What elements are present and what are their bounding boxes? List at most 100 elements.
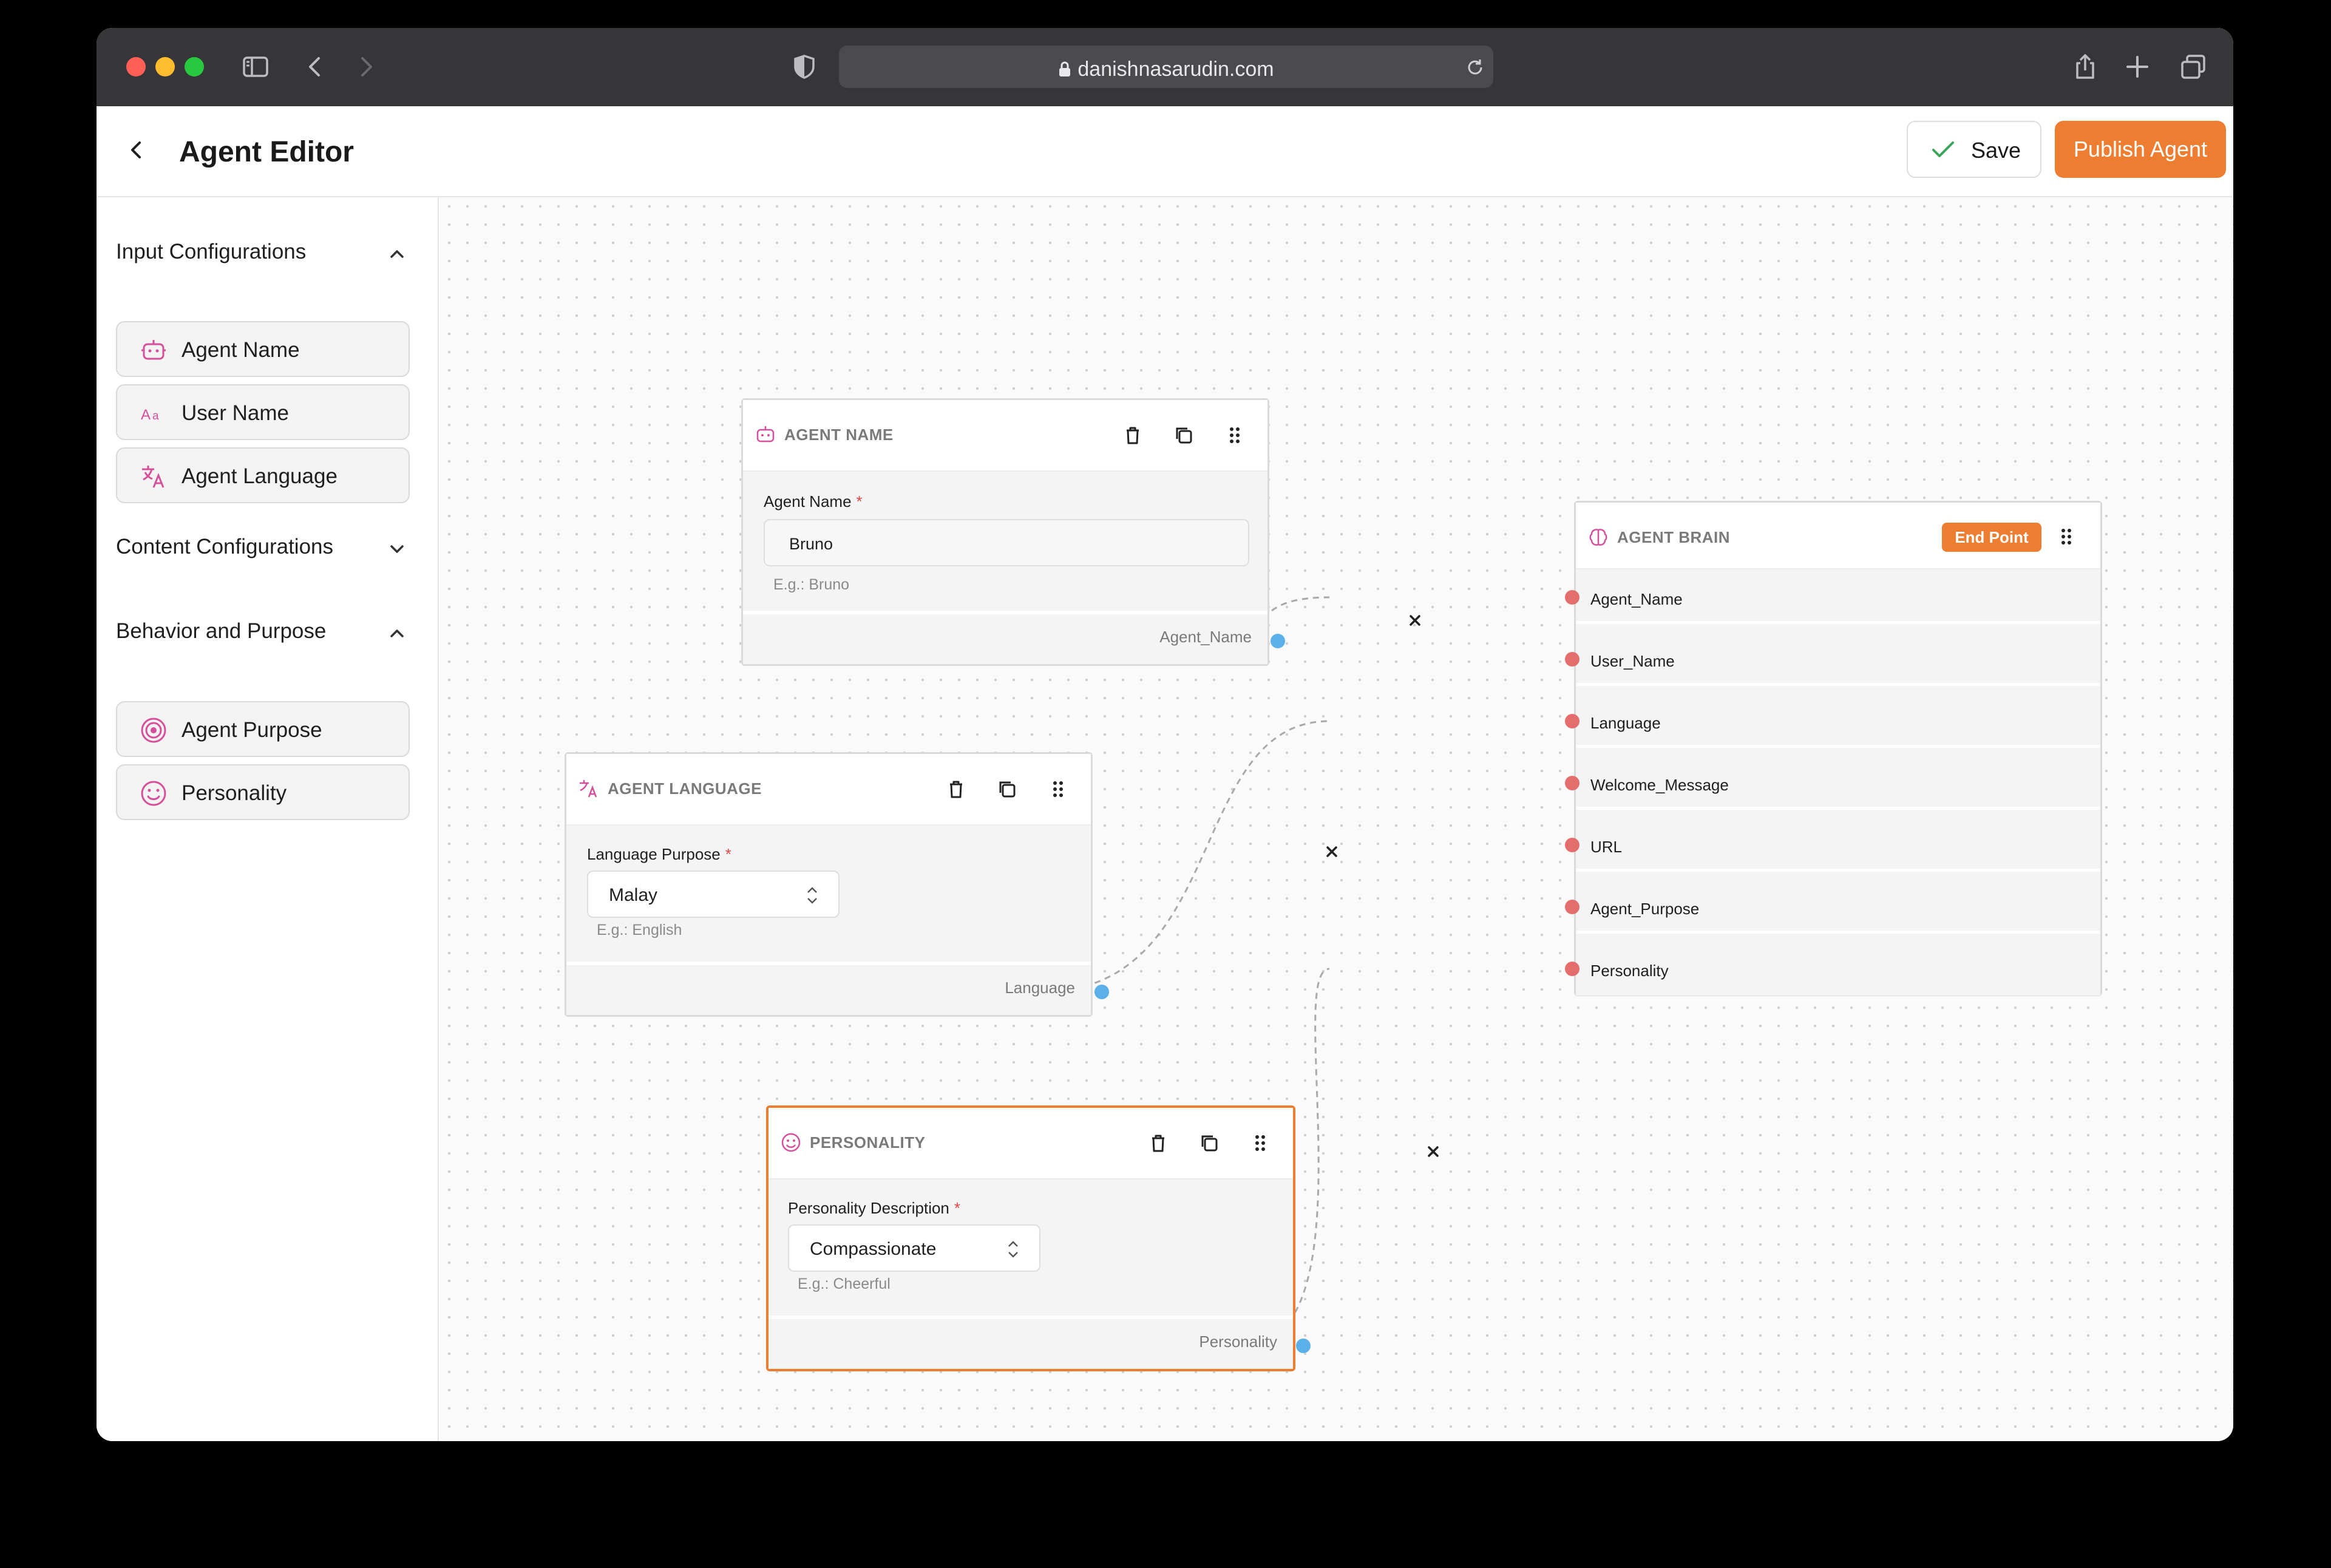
sidebar-item-user-name[interactable]: A a User Name — [116, 384, 410, 440]
content-configurations-header[interactable]: Content Configurations — [116, 535, 407, 559]
language-output-handle[interactable] — [1094, 985, 1109, 999]
node-header[interactable]: AGENT BRAIN End Point — [1576, 503, 2100, 569]
back-arrow-icon[interactable] — [122, 135, 151, 165]
publish-agent-button[interactable]: Publish Agent — [2055, 121, 2226, 178]
end-point-badge: End Point — [1942, 523, 2041, 552]
page-title: Agent Editor — [179, 136, 354, 168]
url-input-handle[interactable] — [1565, 838, 1579, 852]
duplicate-icon[interactable] — [995, 777, 1019, 801]
select-arrows-icon — [1008, 1241, 1018, 1258]
browser-window: danishnasarudin.com Agent Editor Save Pu… — [97, 28, 2233, 1441]
delete-edge-language-icon — [1326, 846, 1337, 857]
node-title: AGENT NAME — [784, 426, 894, 444]
sidebar-item-label: Personality — [182, 781, 287, 805]
address-bar[interactable]: danishnasarudin.com — [839, 46, 1493, 88]
svg-text:a: a — [152, 410, 159, 423]
sidebar-item-label: User Name — [182, 401, 289, 425]
share-icon[interactable] — [2071, 52, 2100, 81]
drag-handle-icon[interactable] — [1223, 423, 1247, 447]
node-footer: Agent_Name — [743, 611, 1267, 664]
trash-icon[interactable] — [1146, 1131, 1170, 1155]
chevron-up-icon — [390, 630, 404, 637]
personality-select[interactable]: Compassionate — [788, 1224, 1040, 1272]
privacy-shield-icon[interactable] — [790, 52, 819, 81]
agent-name-node[interactable]: AGENT NAME Agent Name * Bruno E.g.: Bruno — [741, 398, 1269, 666]
input-row-agent-name: Agent_Name — [1576, 574, 2100, 624]
welcome-message-input-handle[interactable] — [1565, 776, 1579, 790]
node-header[interactable]: AGENT LANGUAGE — [566, 754, 1091, 826]
language-select[interactable]: Malay — [587, 871, 840, 918]
personality-node[interactable]: PERSONALITY Personality Description * Com… — [766, 1105, 1295, 1371]
chevron-up-icon — [390, 250, 404, 258]
input-configurations-header[interactable]: Input Configurations — [116, 240, 407, 264]
drag-handle-icon[interactable] — [1046, 777, 1070, 801]
duplicate-icon[interactable] — [1172, 423, 1196, 447]
delete-edge-agent-name-icon — [1410, 615, 1420, 626]
agent-name-input-handle[interactable] — [1565, 590, 1579, 605]
drag-handle-icon[interactable] — [2054, 524, 2078, 549]
sidebar-toggle-icon[interactable] — [241, 52, 270, 81]
duplicate-icon[interactable] — [1197, 1131, 1221, 1155]
sidebar-item-agent-language[interactable]: Agent Language — [116, 447, 410, 503]
zoom-window-button[interactable] — [185, 57, 204, 76]
text-aa-icon: A a — [141, 407, 159, 423]
sidebar-item-agent-name[interactable]: Agent Name — [116, 321, 410, 377]
node-title: AGENT BRAIN — [1617, 528, 1731, 546]
drag-handle-icon[interactable] — [1248, 1131, 1272, 1155]
section-title: Behavior and Purpose — [116, 619, 327, 643]
save-button[interactable]: Save — [1907, 121, 2041, 178]
translate-icon — [142, 466, 165, 488]
node-footer: Personality — [769, 1315, 1293, 1369]
output-label: Agent_Name — [1159, 628, 1252, 646]
personality-input-handle[interactable] — [1565, 962, 1579, 976]
input-row-user-name: User_Name — [1576, 636, 2100, 686]
input-row-language: Language — [1576, 698, 2100, 748]
user-name-input-handle[interactable] — [1565, 652, 1579, 667]
field-hint: E.g.: Cheerful — [798, 1275, 891, 1292]
trash-icon[interactable] — [944, 777, 968, 801]
chevron-down-icon — [390, 545, 404, 553]
section-title: Input Configurations — [116, 240, 307, 263]
sidebar-item-personality[interactable]: Personality — [116, 764, 410, 820]
language-input-handle[interactable] — [1565, 714, 1579, 728]
agent-name-output-handle[interactable] — [1271, 634, 1285, 648]
personality-output-handle[interactable] — [1296, 1339, 1311, 1353]
sidebar-item-agent-purpose[interactable]: Agent Purpose — [116, 701, 410, 757]
node-header[interactable]: PERSONALITY — [769, 1108, 1293, 1179]
new-tab-icon[interactable] — [2123, 52, 2152, 81]
node-title: AGENT LANGUAGE — [608, 779, 762, 798]
agent-language-node[interactable]: AGENT LANGUAGE Language Purpose* Malay — [565, 752, 1093, 1017]
reload-icon[interactable] — [1465, 58, 1485, 77]
behavior-and-purpose-header[interactable]: Behavior and Purpose — [116, 619, 407, 643]
input-row-agent-purpose: Agent_Purpose — [1576, 884, 2100, 934]
close-window-button[interactable] — [126, 57, 146, 76]
back-nav-icon[interactable] — [300, 52, 330, 81]
input-row-personality: Personality — [1576, 946, 2100, 996]
node-title: PERSONALITY — [810, 1133, 926, 1152]
forward-nav-icon[interactable] — [351, 52, 381, 81]
field-label: Agent Name * — [764, 492, 863, 511]
field-hint: E.g.: English — [597, 921, 682, 938]
trash-icon[interactable] — [1121, 423, 1145, 447]
flow-canvas[interactable]: AGENT NAME Agent Name * Bruno E.g.: Bruno — [440, 197, 2233, 1441]
url-text: danishnasarudin.com — [1077, 58, 1274, 81]
input-row-welcome-message: Welcome_Message — [1576, 760, 2100, 810]
output-label: Language — [1005, 979, 1075, 997]
bot-icon — [756, 426, 775, 443]
lock-icon — [1059, 61, 1071, 76]
input-row-url: URL — [1576, 822, 2100, 872]
agent-purpose-input-handle[interactable] — [1565, 900, 1579, 914]
field-label: Language Purpose * — [587, 845, 731, 863]
translate-icon — [580, 780, 597, 798]
node-header[interactable]: AGENT NAME — [743, 400, 1267, 472]
agent-brain-node[interactable]: AGENT BRAIN End Point Agent_Name User_Na… — [1574, 501, 2102, 996]
field-label: Personality Description * — [788, 1199, 961, 1217]
tab-overview-icon[interactable] — [2179, 52, 2208, 81]
minimize-window-button[interactable] — [155, 57, 175, 76]
section-title: Content Configurations — [116, 535, 333, 558]
agent-name-input[interactable]: Bruno — [764, 519, 1249, 566]
save-button-label: Save — [1971, 138, 2021, 163]
select-arrows-icon — [807, 887, 817, 904]
smile-icon — [781, 1133, 801, 1152]
check-icon — [1932, 141, 1954, 157]
